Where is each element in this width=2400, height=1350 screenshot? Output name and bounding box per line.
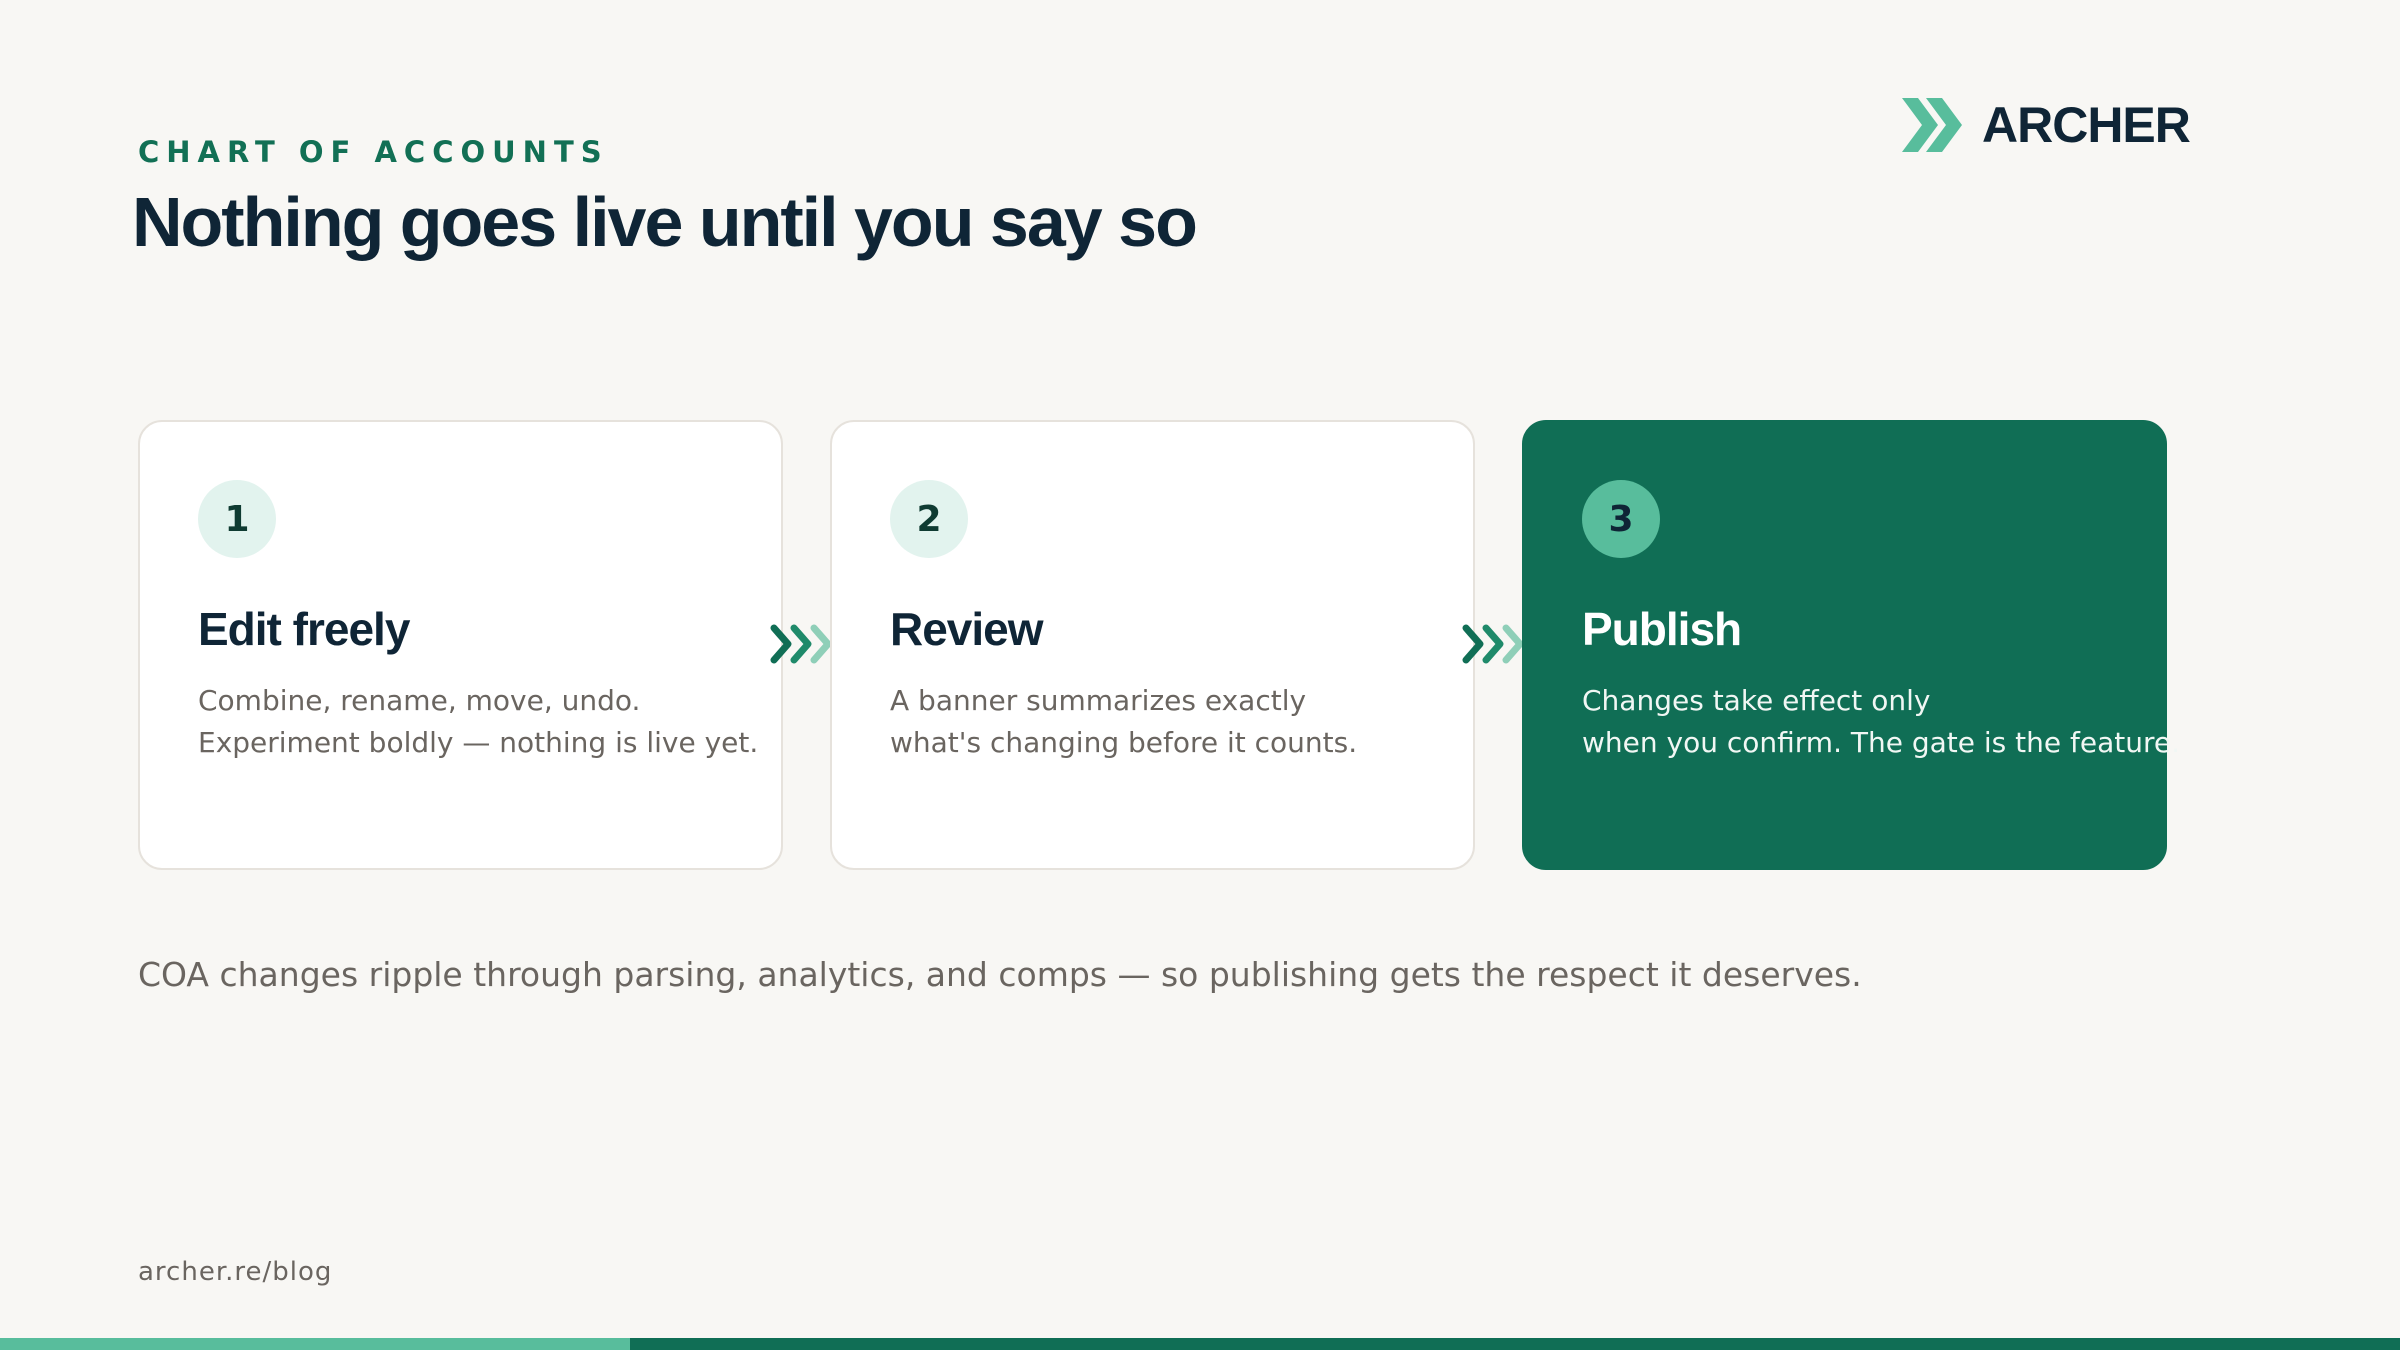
triple-chevron-right-icon: [1462, 624, 1524, 664]
step-description-line: when you confirm. The gate is the featur…: [1582, 726, 2180, 759]
step-title: Review: [890, 603, 1044, 655]
footer-accent-bar: [0, 1338, 630, 1350]
section-eyebrow: CHART OF ACCOUNTS: [138, 135, 609, 169]
brand-logo: ARCHER: [1902, 96, 2191, 154]
step-card-review: 2 Review A banner summarizes exactly wha…: [830, 420, 1475, 870]
step-description-line: A banner summarizes exactly: [890, 684, 1307, 717]
double-chevron-icon: [1902, 98, 1962, 152]
footer-primary-bar: [630, 1338, 2400, 1350]
step-title: Publish: [1582, 603, 1742, 655]
step-description: Combine, rename, move, undo. Experiment …: [198, 680, 798, 764]
page-title: Nothing goes live until you say so: [132, 183, 1198, 261]
brand-name: ARCHER: [1982, 97, 2191, 153]
step-description: A banner summarizes exactly what's chang…: [890, 680, 1490, 764]
footnote: COA changes ripple through parsing, anal…: [138, 955, 1862, 994]
step-card-edit: 1 Edit freely Combine, rename, move, und…: [138, 420, 783, 870]
step-description-line: Changes take effect only: [1582, 684, 1931, 717]
step-description-line: Experiment boldly — nothing is live yet.: [198, 726, 759, 759]
step-description-line: what's changing before it counts.: [890, 726, 1358, 759]
footer-url[interactable]: archer.re/blog: [138, 1257, 332, 1287]
slide: CHART OF ACCOUNTS Nothing goes live unti…: [0, 0, 2400, 1350]
step-number-badge: 1: [198, 480, 276, 558]
step-title: Edit freely: [198, 603, 410, 655]
step-description-line: Combine, rename, move, undo.: [198, 684, 641, 717]
step-number-badge: 3: [1582, 480, 1660, 558]
triple-chevron-right-icon: [770, 624, 832, 664]
step-number-badge: 2: [890, 480, 968, 558]
step-card-publish: 3 Publish Changes take effect only when …: [1522, 420, 2180, 870]
step-description: Changes take effect only when you confir…: [1582, 680, 2182, 764]
